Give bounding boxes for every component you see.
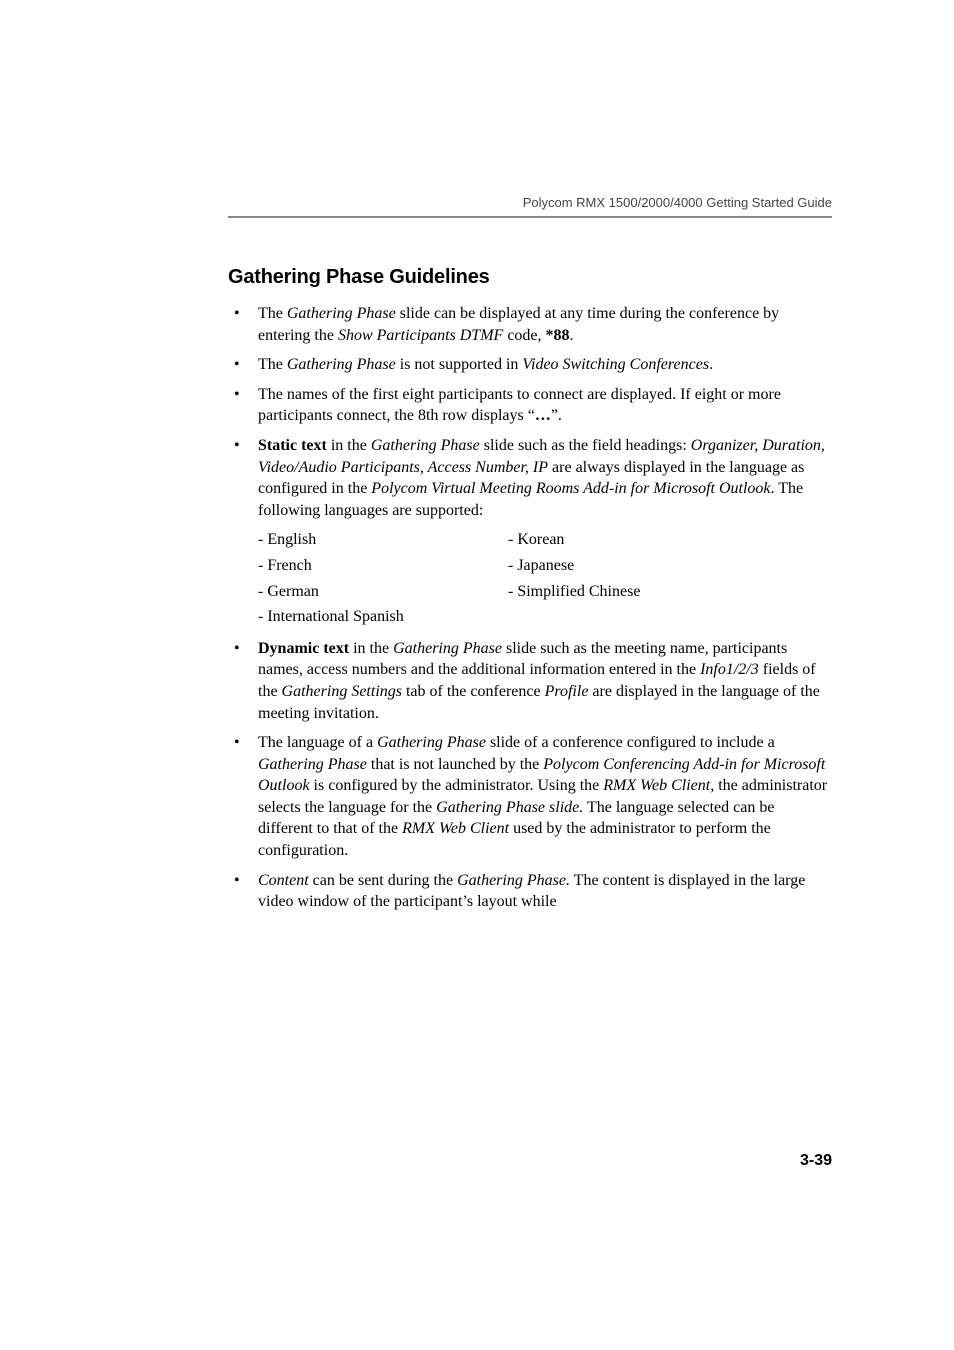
table-row: - French - Japanese	[258, 553, 832, 579]
section-title: Gathering Phase Guidelines	[228, 266, 832, 289]
text-italic: Content	[258, 872, 309, 889]
text-bold: *88	[546, 327, 570, 344]
lang-item: - International Spanish	[258, 604, 508, 630]
lang-item: - French	[258, 553, 508, 579]
text-italic: Gathering Settings	[282, 683, 402, 700]
text-bold: Dynamic text	[258, 640, 349, 657]
text: The	[258, 305, 287, 322]
text: is not supported in	[396, 356, 523, 373]
text: in the	[327, 437, 371, 454]
text-italic: Info1/2/3	[700, 661, 759, 678]
text: .	[709, 356, 713, 373]
bullet-list: The Gathering Phase slide can be display…	[228, 303, 832, 913]
language-table: - English - Korean - French - Japanese -…	[258, 527, 832, 629]
text-italic: Gathering Phase	[258, 756, 367, 773]
text: is configured by the administrator. Usin…	[310, 777, 604, 794]
text-italic: Profile	[545, 683, 589, 700]
lang-item: - Simplified Chinese	[508, 579, 758, 605]
text-italic: Gathering Phase	[377, 734, 486, 751]
header-rule	[228, 216, 832, 218]
text-italic: Gathering Phase	[287, 305, 396, 322]
bullet-item: The Gathering Phase is not supported in …	[256, 354, 832, 376]
text: that is not launched by the	[367, 756, 543, 773]
running-header: Polycom RMX 1500/2000/4000 Getting Start…	[228, 195, 832, 210]
text-italic: Gathering Phase	[393, 640, 502, 657]
text-italic: RMX Web Client,	[603, 777, 714, 794]
lang-item: - Japanese	[508, 553, 758, 579]
text: slide such as the field headings:	[480, 437, 691, 454]
text: The	[258, 356, 287, 373]
text: The names of the first eight participant…	[258, 386, 781, 425]
bullet-item: Dynamic text in the Gathering Phase slid…	[256, 638, 832, 724]
bullet-item: The language of a Gathering Phase slide …	[256, 732, 832, 862]
text-italic: Gathering Phase slide.	[436, 799, 583, 816]
bullet-item: Static text in the Gathering Phase slide…	[256, 435, 832, 630]
text-italic: Gathering Phase	[287, 356, 396, 373]
text-bold: Static text	[258, 437, 327, 454]
text: The language of a	[258, 734, 377, 751]
bullet-item: The names of the first eight participant…	[256, 384, 832, 427]
text-italic: Polycom Virtual Meeting Rooms Add-in for…	[371, 480, 770, 497]
page-number: 3-39	[800, 1152, 832, 1170]
text: in the	[349, 640, 393, 657]
table-row: - German - Simplified Chinese	[258, 579, 832, 605]
text: can be sent during the	[309, 872, 457, 889]
text: tab of the conference	[402, 683, 545, 700]
text: code,	[503, 327, 545, 344]
lang-item: - English	[258, 527, 508, 553]
lang-item: - Korean	[508, 527, 758, 553]
text: slide of a conference configured to incl…	[486, 734, 775, 751]
text-italic: Video Switching Conferences	[522, 356, 709, 373]
text: ”.	[551, 407, 562, 424]
text-bold: …	[535, 407, 551, 424]
text-italic: RMX Web Client	[402, 820, 509, 837]
lang-item: - German	[258, 579, 508, 605]
table-row: - English - Korean	[258, 527, 832, 553]
bullet-item: The Gathering Phase slide can be display…	[256, 303, 832, 346]
bullet-item: Content can be sent during the Gathering…	[256, 870, 832, 913]
table-row: - International Spanish	[258, 604, 832, 630]
text: .	[570, 327, 574, 344]
text-italic: Gathering Phase.	[457, 872, 570, 889]
text-italic: Gathering Phase	[371, 437, 480, 454]
text-italic: Show Participants DTMF	[338, 327, 503, 344]
